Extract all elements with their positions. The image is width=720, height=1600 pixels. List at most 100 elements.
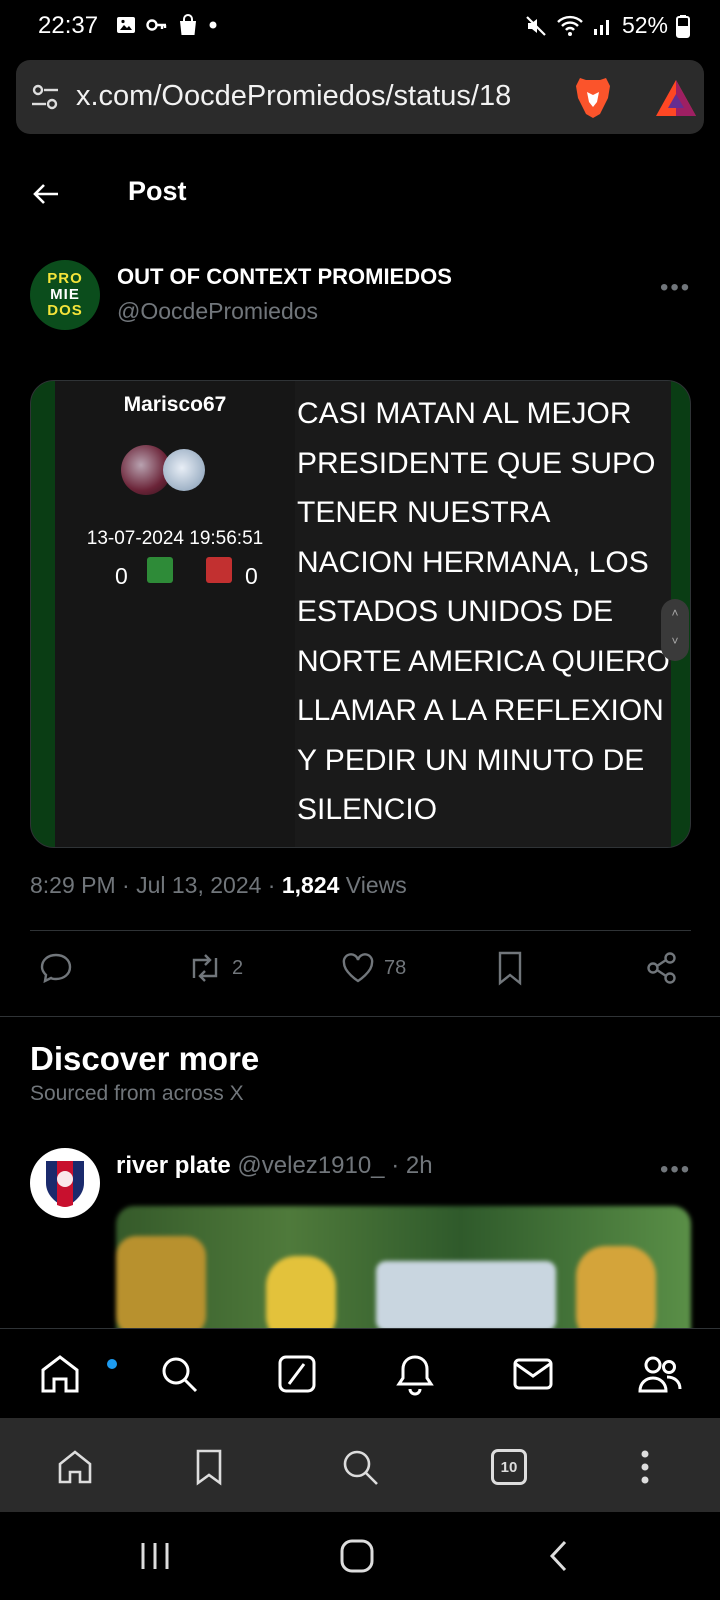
reply-button[interactable] xyxy=(38,950,74,986)
post-meta: 8:29 PM · Jul 13, 2024 · 1,824 Views xyxy=(30,872,407,899)
address-bar[interactable]: x.com/OocdePromiedos/status/18 xyxy=(16,60,704,134)
comment-screenshot: Marisco67 13-07-2024 19:56:51 0 0 CASI M… xyxy=(55,381,689,847)
signal-icon xyxy=(593,19,609,35)
key-icon xyxy=(146,19,167,31)
brave-rewards-icon[interactable] xyxy=(654,78,698,118)
grok-icon xyxy=(278,1355,316,1393)
post2-avatar[interactable] xyxy=(30,1148,100,1218)
browser-url-area: x.com/OocdePromiedos/status/18 xyxy=(0,52,720,148)
gallery-icon xyxy=(117,17,135,33)
android-nav-bar xyxy=(0,1512,720,1600)
status-time: 22:37 xyxy=(38,12,99,39)
repost-count: 2 xyxy=(232,956,244,979)
bookmark-icon xyxy=(196,1449,222,1486)
dot-icon xyxy=(209,21,217,29)
share-icon xyxy=(647,952,676,984)
comment-sidebar: Marisco67 13-07-2024 19:56:51 0 0 xyxy=(55,381,295,847)
like-count: 78 xyxy=(384,956,407,979)
club-crest-icon xyxy=(46,1161,84,1207)
browser-tabs-button[interactable]: 10 xyxy=(484,1442,534,1492)
scroll-arrows-icon: ˄ ˅ xyxy=(661,599,689,661)
thumbs-down-icon xyxy=(206,557,232,583)
search-icon xyxy=(162,1357,198,1393)
brave-shields-icon[interactable] xyxy=(572,74,614,120)
tab-messages[interactable] xyxy=(508,1349,558,1399)
more-vertical-icon xyxy=(641,1450,649,1484)
status-right: 52% xyxy=(524,12,690,39)
comment-date: 13-07-2024 19:56:51 xyxy=(86,528,264,549)
back-nav-button[interactable] xyxy=(534,1534,584,1578)
avatar-text-1: PRO xyxy=(47,270,83,287)
author-avatar[interactable]: PRO MIE DOS xyxy=(30,260,100,330)
shopping-bag-icon xyxy=(180,14,196,35)
avatar-text-2: MIE xyxy=(50,286,80,303)
browser-toolbar: 10 xyxy=(0,1418,720,1512)
discover-title: Discover more xyxy=(30,1040,260,1077)
recents-button[interactable] xyxy=(130,1534,180,1578)
tab-count-icon: 10 xyxy=(491,1449,527,1485)
mail-icon xyxy=(513,1358,553,1390)
back-chevron-icon xyxy=(549,1540,567,1572)
reply-icon xyxy=(40,953,72,984)
home-icon xyxy=(58,1450,92,1484)
comment-text: CASI MATAN AL MEJOR PRESIDENTE QUE SUPO … xyxy=(297,397,670,826)
discover-subtitle: Sourced from across X xyxy=(30,1082,244,1105)
browser-home-button[interactable] xyxy=(50,1442,100,1492)
post-media[interactable]: Marisco67 13-07-2024 19:56:51 0 0 CASI M… xyxy=(30,380,691,848)
tab-home[interactable] xyxy=(35,1349,117,1399)
mute-icon xyxy=(526,15,546,36)
status-bar: 22:37 52% xyxy=(0,0,720,52)
home-circle-icon xyxy=(340,1539,374,1573)
comment-username: Marisco67 xyxy=(123,393,227,416)
page-title: Post xyxy=(128,176,187,206)
tab-grok[interactable] xyxy=(272,1349,322,1399)
heart-icon xyxy=(342,953,374,983)
post2-author-name[interactable]: river plate xyxy=(116,1152,231,1179)
tab-search[interactable] xyxy=(154,1349,204,1399)
like-button[interactable]: 78 xyxy=(340,950,406,986)
browser-menu-button[interactable] xyxy=(620,1442,670,1492)
recents-icon xyxy=(141,1543,169,1569)
back-arrow-icon[interactable] xyxy=(30,178,62,210)
tab-communities[interactable] xyxy=(635,1349,685,1399)
views-count: 1,824 xyxy=(281,872,340,898)
x-tab-bar xyxy=(0,1328,720,1418)
browser-search-button[interactable] xyxy=(335,1442,385,1492)
bookmark-button[interactable] xyxy=(494,950,526,986)
post-page: Post PRO MIE DOS OUT OF CONTEXT PROMIEDO… xyxy=(0,148,720,1328)
share-button[interactable] xyxy=(644,950,680,986)
home-nav-button[interactable] xyxy=(332,1534,382,1578)
more-options-icon[interactable]: ••• xyxy=(660,1156,691,1184)
views-label: Views xyxy=(339,872,407,898)
bookmark-icon xyxy=(498,951,522,986)
author-handle[interactable]: @OocdePromiedos xyxy=(117,298,318,325)
team-badge-icon xyxy=(163,449,205,491)
section-divider xyxy=(0,1016,720,1017)
avatar-text-3: DOS xyxy=(47,302,83,319)
divider xyxy=(30,930,691,931)
author-name[interactable]: OUT OF CONTEXT PROMIEDOS xyxy=(117,264,452,290)
more-options-icon[interactable]: ••• xyxy=(660,274,691,302)
search-icon xyxy=(343,1450,378,1485)
post2-header: river plate @velez1910_ · 2h xyxy=(116,1152,433,1180)
home-icon xyxy=(41,1355,79,1393)
site-settings-icon[interactable] xyxy=(30,82,60,112)
url-text[interactable]: x.com/OocdePromiedos/status/18 xyxy=(76,80,546,113)
post2-handle-time: @velez1910_ · 2h xyxy=(230,1152,433,1179)
upvote-count: 0 xyxy=(115,563,128,589)
tab-notifications[interactable] xyxy=(390,1349,440,1399)
home-notification-dot xyxy=(107,1359,117,1369)
battery-icon xyxy=(676,14,690,38)
downvote-count: 0 xyxy=(245,563,258,589)
post2-media[interactable] xyxy=(116,1206,691,1328)
battery-percent: 52% xyxy=(621,12,668,38)
post-timestamp: 8:29 PM · Jul 13, 2024 · xyxy=(30,872,282,898)
bell-icon xyxy=(396,1355,434,1396)
thumbs-up-icon xyxy=(147,557,173,583)
post-actions: 2 78 xyxy=(0,950,720,996)
browser-bookmarks-button[interactable] xyxy=(184,1442,234,1492)
communities-icon xyxy=(638,1356,682,1393)
wifi-icon xyxy=(557,15,583,36)
repost-icon xyxy=(192,954,218,982)
repost-button[interactable]: 2 xyxy=(186,950,243,986)
